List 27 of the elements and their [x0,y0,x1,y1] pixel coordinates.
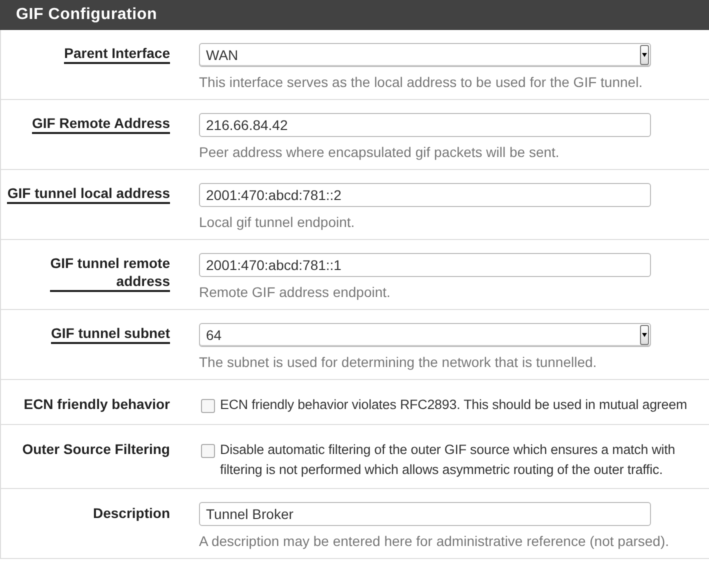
input-field[interactable]: Tunnel Broker [199,502,651,526]
panel-title: GIF Configuration [16,6,158,24]
input-field[interactable]: 2001:470:abcd:781::2 [199,183,651,207]
checkbox[interactable] [201,399,215,413]
field-label: ECN friendly behavior [24,395,170,414]
field-label: Description [92,504,170,523]
input-field[interactable]: 216.66.84.42 [199,113,651,137]
caret-icon [640,325,649,345]
checkbox-label: ECN friendly behavior violates RFC2893. This should be used in mutual agreem [220,396,688,414]
help-text: This interface serves as the local address to be used for the GIF tunnel. [199,73,644,91]
field-label-link[interactable]: GIF tunnel local address [7,184,170,204]
field-label-link[interactable]: GIF tunnel subnet [51,324,170,344]
caret-icon [640,45,649,65]
help-text: The subnet is used for determining the network that is tunnelled. [199,353,598,371]
field-label-link[interactable]: Parent Interface [64,44,170,64]
field-label-link[interactable]: GIF Remote Address [32,114,170,134]
help-text: Local gif tunnel endpoint. [199,213,356,231]
checkbox-label: Disable automatic filtering of the outer GIF source which ensures a match with filtering is not performed which allows asymmetric routing of the outer traffic. [220,441,676,479]
field-label-link[interactable]: GIF tunnel remote address [50,254,170,292]
help-text: A description may be entered here for administrative reference (not parsed). [199,532,670,550]
field-label: Outer Source Filtering [22,440,170,459]
dropdown[interactable]: WAN [199,43,651,67]
input-field[interactable]: 2001:470:abcd:781::1 [199,253,651,277]
checkbox[interactable] [201,444,215,458]
help-text: Peer address where encapsulated gif packets will be sent. [199,143,560,161]
help-text: Remote GIF address endpoint. [199,283,392,301]
dropdown[interactable]: 64 [199,323,651,347]
